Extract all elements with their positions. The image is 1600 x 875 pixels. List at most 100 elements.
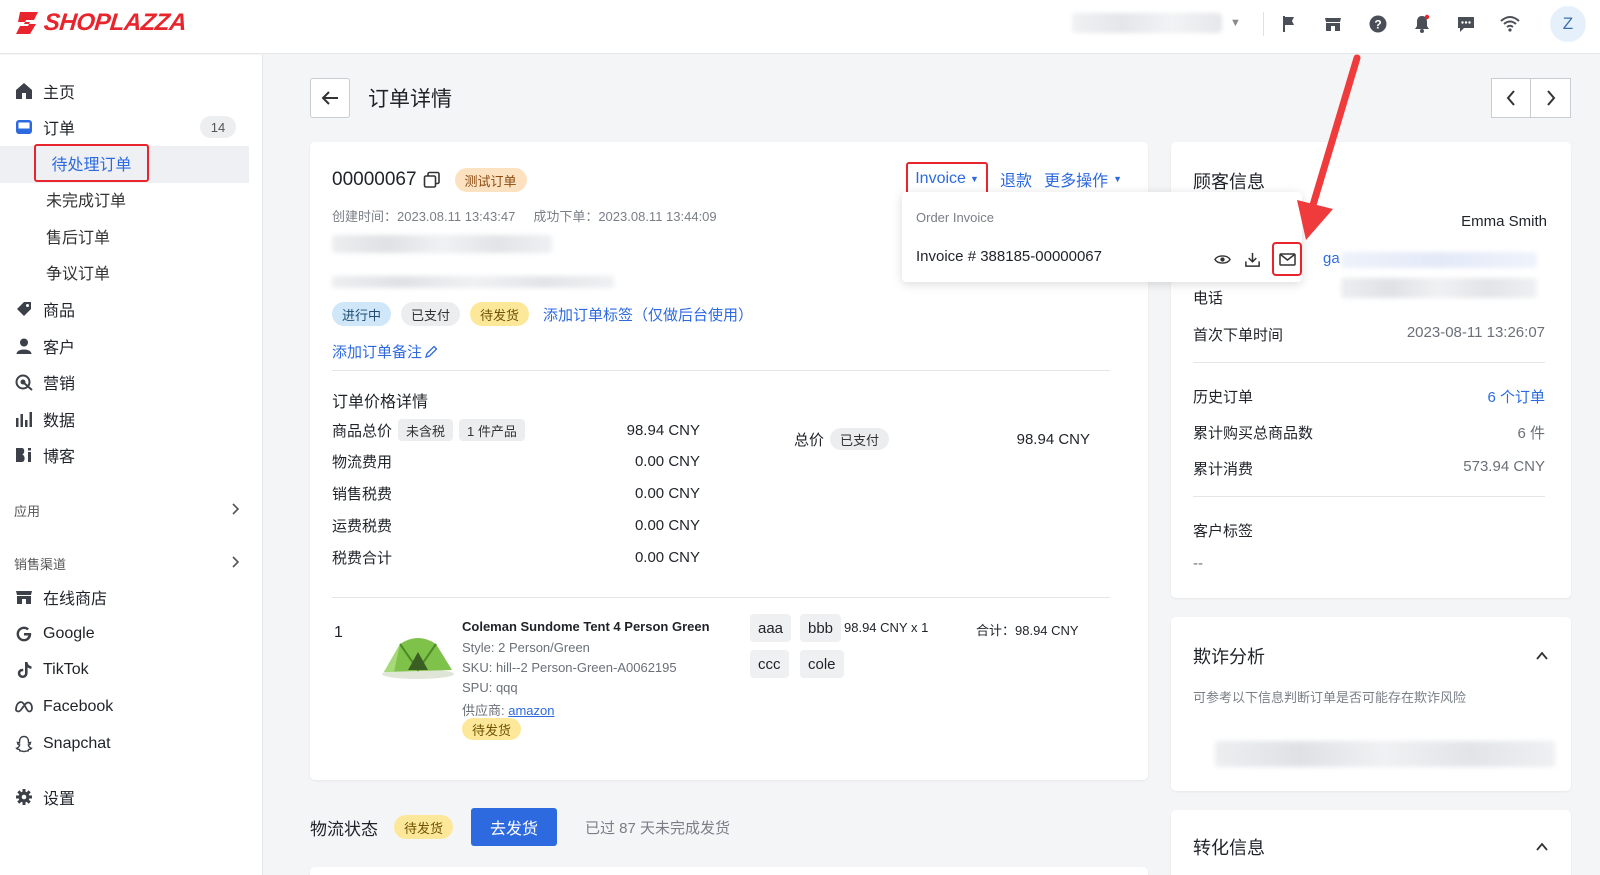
refund-button[interactable]: 退款 — [1000, 167, 1032, 191]
wifi-icon[interactable] — [1498, 12, 1522, 36]
brand-name: SHOPLAZZA — [42, 9, 188, 36]
chevron-up-icon[interactable] — [1535, 649, 1549, 663]
sidebar-item-unfinished-orders[interactable]: 未完成订单 — [46, 183, 126, 215]
section-divider — [1193, 496, 1545, 497]
add-note-row[interactable]: 添加订单备注 — [332, 341, 438, 362]
product-title[interactable]: Coleman Sundome Tent 4 Person Green — [462, 619, 710, 634]
order-card: 00000067 测试订单 创建时间：2023.08.11 13:43:47 成… — [310, 142, 1302, 780]
history-orders-link[interactable]: 6 个订单 — [1487, 386, 1545, 407]
add-order-tag-link[interactable]: 添加订单标签（仅做后台使用） — [543, 304, 753, 325]
fulfill-button[interactable]: 去发货 — [471, 808, 558, 846]
sidebar-item-label: 在线商店 — [43, 591, 108, 608]
item-unit-price: 98.94 CNY x 1 — [844, 620, 929, 635]
chevron-right-icon — [230, 556, 240, 571]
invoice-dropdown-menu: Order Invoice Invoice # 388185-00000067 — [902, 192, 1302, 282]
shipping-status-title: 物流状态 — [310, 819, 378, 839]
customer-email[interactable]: ga — [1323, 250, 1340, 267]
gear-icon — [14, 787, 34, 807]
price-value: 0.00 CNY — [634, 549, 700, 566]
store-selector[interactable]: ▼ — [1072, 8, 1250, 38]
sidebar-item-label: 设置 — [43, 791, 76, 808]
shoplazza-logo-icon — [16, 12, 38, 34]
supplier-link[interactable]: amazon — [508, 703, 554, 718]
chat-icon[interactable] — [1454, 12, 1478, 36]
redacted-fraud-info — [1215, 741, 1555, 767]
sidebar-item-home[interactable]: 主页 — [0, 74, 250, 108]
send-invoice-email-button[interactable] — [1272, 242, 1302, 276]
price-label: 商品总价 — [332, 422, 393, 440]
more-actions-button[interactable]: 更多操作 ▼ — [1044, 167, 1122, 191]
next-order-button[interactable] — [1531, 78, 1571, 118]
redacted-info — [332, 276, 614, 288]
sidebar-item-online-store[interactable]: 在线商店 — [0, 580, 250, 614]
avatar[interactable]: Z — [1550, 6, 1586, 42]
supplier-label: 供应商: — [462, 703, 509, 718]
sidebar-item-marketing[interactable]: 营销 — [0, 365, 250, 399]
sidebar-item-label: Snapchat — [43, 735, 111, 752]
product-image[interactable] — [380, 630, 456, 680]
chevron-left-icon — [1506, 90, 1515, 106]
previous-order-button[interactable] — [1491, 78, 1531, 118]
customer-phone-row: 电话 — [1193, 287, 1545, 308]
shoplazza-logo[interactable]: SHOPLAZZA — [14, 9, 188, 37]
customer-tags-row: 客户标签 — [1193, 520, 1545, 541]
sidebar-item-snapchat[interactable]: Snapchat — [0, 727, 250, 761]
section-label: 应用 — [14, 504, 41, 519]
sidebar-item-dispute-orders[interactable]: 争议订单 — [46, 256, 110, 288]
history-label: 历史订单 — [1193, 389, 1254, 406]
sidebar-item-tiktok[interactable]: TikTok — [0, 653, 250, 687]
conversion-info-title: 转化信息 — [1193, 838, 1265, 858]
status-badge-in-progress: 进行中 — [332, 302, 392, 326]
download-icon[interactable] — [1242, 249, 1262, 269]
sidebar-section-channels[interactable]: 销售渠道 — [14, 554, 240, 573]
item-count-badge: 1 件产品 — [459, 419, 525, 441]
sidebar: 主页 订单 14 待处理订单 未完成订单 售后订单 争议订单 商品 客户 营销 … — [0, 55, 263, 875]
section-divider — [1193, 362, 1545, 363]
section-label: 销售渠道 — [14, 557, 67, 572]
sidebar-item-google[interactable]: Google — [0, 617, 250, 651]
sidebar-item-products[interactable]: 商品 — [0, 292, 250, 326]
sidebar-section-apps[interactable]: 应用 — [14, 501, 240, 520]
sidebar-item-pending-orders[interactable]: 待处理订单 — [34, 144, 149, 182]
sidebar-item-analytics[interactable]: 数据 — [0, 402, 250, 436]
property-chip: bbb — [800, 614, 842, 642]
copy-icon[interactable] — [423, 171, 441, 189]
section-divider — [332, 370, 1110, 371]
shipping-status-row: 物流状态 待发货 去发货 已过 87 天未完成发货 — [310, 808, 730, 846]
home-icon — [14, 81, 34, 101]
redacted-email — [1341, 252, 1537, 268]
flag-icon[interactable] — [1277, 12, 1301, 36]
sidebar-item-facebook[interactable]: Facebook — [0, 690, 250, 724]
price-row-subtotal: 商品总价 未含税 1 件产品 98.94 CNY — [332, 419, 700, 441]
help-icon[interactable]: ? — [1366, 12, 1390, 36]
bell-icon[interactable] — [1410, 12, 1434, 36]
chevron-up-icon[interactable] — [1535, 840, 1549, 854]
product-supplier: 供应商: amazon — [462, 700, 554, 719]
sidebar-item-settings[interactable]: 设置 — [0, 780, 250, 814]
back-button[interactable] — [310, 78, 350, 118]
price-label: 物流费用 — [332, 454, 393, 471]
customer-name[interactable]: Emma Smith — [1461, 213, 1547, 230]
sidebar-item-blog[interactable]: 博客 — [0, 438, 250, 472]
store-name-redacted — [1072, 13, 1222, 33]
price-row-sales-tax: 销售税费 0.00 CNY — [332, 483, 700, 504]
customer-items-row: 累计购买总商品数 6 件 — [1193, 422, 1545, 443]
page-header: 订单详情 — [310, 77, 452, 119]
inbox-icon — [14, 117, 34, 137]
user-icon — [14, 336, 34, 356]
spent-value: 573.94 CNY — [1463, 458, 1545, 475]
customer-tags-value: -- — [1193, 555, 1203, 572]
add-order-note-link[interactable]: 添加订单备注 — [332, 341, 422, 362]
arrow-left-icon — [321, 91, 338, 105]
order-actions: Invoice ▼ 退款 更多操作 ▼ — [906, 162, 1122, 196]
sidebar-item-label: Facebook — [43, 698, 114, 715]
first-order-label: 首次下单时间 — [1193, 327, 1284, 344]
sidebar-item-aftersale-orders[interactable]: 售后订单 — [46, 220, 110, 252]
sidebar-item-customers[interactable]: 客户 — [0, 329, 250, 363]
eye-icon[interactable] — [1212, 249, 1232, 269]
sidebar-item-label: 营销 — [43, 376, 76, 393]
invoice-dropdown-button[interactable]: Invoice ▼ — [906, 162, 989, 196]
price-value: 0.00 CNY — [634, 485, 700, 502]
order-number: 00000067 — [332, 169, 417, 190]
store-icon[interactable] — [1321, 12, 1345, 36]
